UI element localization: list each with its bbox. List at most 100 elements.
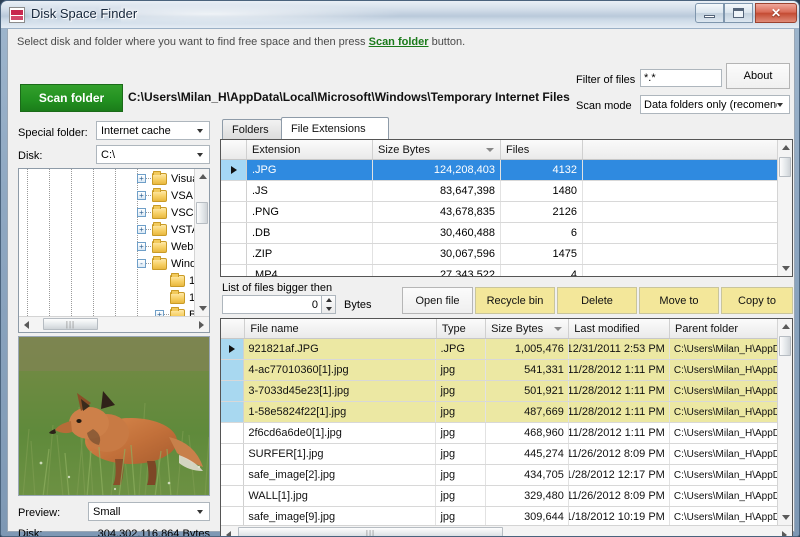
scroll-up-button[interactable] [778, 140, 792, 155]
close-button[interactable]: ✕ [755, 3, 797, 23]
open-file-button[interactable]: Open file [402, 287, 473, 314]
table-row[interactable]: safe_image[2].jpg jpg 434,705 11/28/2012 12… [221, 465, 778, 486]
scroll-left-button[interactable] [221, 526, 236, 536]
files-column-type[interactable]: Type [436, 319, 487, 338]
folder-tree-vertical-scrollbar[interactable] [194, 169, 209, 316]
table-row[interactable]: 1-58e5824f22[1].jpg jpg 487,669 11/28/2012 … [221, 402, 778, 423]
table-row[interactable]: SURFER[1].jpg jpg 445,274 11/26/2012 8:09 P… [221, 444, 778, 465]
table-row[interactable]: .DB 30,460,488 6 [221, 223, 779, 244]
move-to-button[interactable]: Move to [639, 287, 719, 314]
scan-mode-dropdown[interactable]: Data folders only (recomended) [640, 95, 790, 114]
scroll-thumb-h[interactable]: ||| [43, 318, 98, 330]
filter-of-files-input[interactable] [640, 69, 722, 87]
folder-tree[interactable]: +VisualSt+VSA+VSComr+VSTAH+Website-Windo… [18, 168, 210, 333]
tree-expander-icon[interactable]: - [137, 259, 146, 268]
minimize-button[interactable] [695, 3, 724, 23]
tree-item[interactable]: +VSTAH [137, 221, 197, 238]
files-column-file-name[interactable]: File name [245, 319, 437, 338]
delete-button[interactable]: Delete [557, 287, 637, 314]
select-all-corner[interactable] [221, 140, 247, 159]
extensions-column-extension[interactable]: Extension [247, 140, 373, 159]
tree-item[interactable]: +VisualSt [137, 170, 197, 187]
row-selector[interactable] [221, 202, 247, 222]
scroll-up-button[interactable] [195, 169, 209, 184]
table-row[interactable]: 2f6cd6a6de0[1].jpg jpg 468,960 11/28/2012 1… [221, 423, 778, 444]
scroll-thumb-h[interactable]: ||| [238, 527, 503, 536]
extensions-column-files[interactable]: Files [501, 140, 583, 159]
tree-item[interactable]: +Website [137, 238, 197, 255]
tree-item[interactable]: +VSComr [137, 204, 197, 221]
row-selector[interactable] [221, 486, 245, 506]
files-column-last-modified[interactable]: Last modified [569, 319, 671, 338]
files-table[interactable]: File name Type Size Bytes Last modified Pare… [220, 318, 793, 536]
scroll-down-button[interactable] [195, 301, 209, 316]
tree-item[interactable]: 102 [155, 272, 197, 289]
files-horizontal-scrollbar[interactable]: ||| [221, 525, 792, 536]
extensions-column-size-bytes[interactable]: Size Bytes [373, 140, 501, 159]
tree-expander-icon[interactable]: + [137, 191, 146, 200]
recycle-bin-button[interactable]: Recycle bin [475, 287, 555, 314]
table-row[interactable]: .JPG 124,208,403 4132 [221, 160, 779, 181]
tree-item[interactable]: 105 [155, 289, 197, 306]
scroll-up-button[interactable] [778, 319, 792, 334]
row-selector[interactable] [221, 339, 245, 359]
scroll-down-button[interactable] [778, 261, 792, 276]
table-row[interactable]: WALL[1].jpg jpg 329,480 11/26/2012 8:09 PM C… [221, 486, 778, 507]
table-row[interactable]: .MP4 27,343,522 4 [221, 265, 779, 276]
scroll-thumb[interactable] [779, 336, 791, 356]
table-row[interactable]: 921821af.JPG .JPG 1,005,476 12/31/2011 2:53… [221, 339, 778, 360]
row-selector[interactable] [221, 244, 247, 264]
row-selector[interactable] [221, 160, 247, 180]
preview-size-dropdown[interactable]: Small [88, 502, 210, 521]
scroll-right-button[interactable] [777, 526, 792, 536]
scroll-left-button[interactable] [19, 317, 34, 332]
about-button[interactable]: About [726, 63, 790, 89]
tab-file-extensions[interactable]: File Extensions [281, 117, 389, 139]
select-all-corner[interactable] [221, 319, 246, 338]
hint-scan-link[interactable]: Scan folder [369, 36, 429, 48]
tree-expander-icon[interactable]: + [137, 174, 146, 183]
scroll-thumb[interactable] [779, 157, 791, 177]
row-selector[interactable] [221, 444, 245, 464]
stepper-up-icon[interactable] [325, 298, 332, 303]
table-row[interactable]: .ZIP 30,067,596 1475 [221, 244, 779, 265]
disk-dropdown[interactable]: C:\ [96, 145, 210, 164]
row-selector[interactable] [221, 360, 245, 380]
table-row[interactable]: .JS 83,647,398 1480 [221, 181, 779, 202]
files-bigger-than-input[interactable]: 0 [222, 295, 322, 314]
files-bigger-than-stepper[interactable] [322, 295, 336, 314]
scroll-thumb[interactable] [196, 202, 208, 224]
row-selector[interactable] [221, 265, 247, 276]
table-row[interactable]: 3-7033d45e23[1].jpg jpg 501,921 11/28/2012 … [221, 381, 778, 402]
row-selector[interactable] [221, 465, 245, 485]
tree-expander-icon[interactable]: + [137, 208, 146, 217]
extensions-table[interactable]: Extension Size Bytes Files .JPG 124,208,403… [220, 139, 793, 277]
maximize-button[interactable] [724, 3, 753, 23]
folder-tree-horizontal-scrollbar[interactable]: ||| [19, 316, 209, 332]
row-selector[interactable] [221, 423, 245, 443]
stepper-down-icon[interactable] [325, 306, 332, 311]
tree-item[interactable]: + VSA [137, 187, 193, 204]
special-folder-dropdown[interactable]: Internet cache [96, 121, 210, 140]
files-column-size-bytes[interactable]: Size Bytes [486, 319, 570, 338]
scroll-right-button[interactable] [194, 317, 209, 332]
extensions-vertical-scrollbar[interactable] [777, 140, 792, 276]
files-column-parent-folder[interactable]: Parent folder [670, 319, 778, 338]
row-selector[interactable] [221, 223, 247, 243]
row-selector[interactable] [221, 507, 245, 527]
row-selector[interactable] [221, 381, 245, 401]
row-selector[interactable] [221, 181, 247, 201]
tree-expander-icon[interactable]: + [137, 225, 146, 234]
tab-folders[interactable]: Folders [222, 119, 282, 139]
cell-files: 4 [501, 265, 583, 276]
tree-expander-icon[interactable]: + [137, 242, 146, 251]
row-selector[interactable] [221, 402, 245, 422]
scan-folder-button[interactable]: Scan folder [20, 84, 123, 112]
table-row[interactable]: .PNG 43,678,835 2126 [221, 202, 779, 223]
cell-parent-folder: C:\Users\Milan_H\AppD [670, 423, 778, 443]
scroll-down-button[interactable] [778, 510, 792, 525]
copy-to-button[interactable]: Copy to [721, 287, 793, 314]
files-vertical-scrollbar[interactable] [777, 319, 792, 525]
tree-item[interactable]: -Window [137, 255, 197, 272]
table-row[interactable]: 4-ac77010360[1].jpg jpg 541,331 11/28/2012 … [221, 360, 778, 381]
